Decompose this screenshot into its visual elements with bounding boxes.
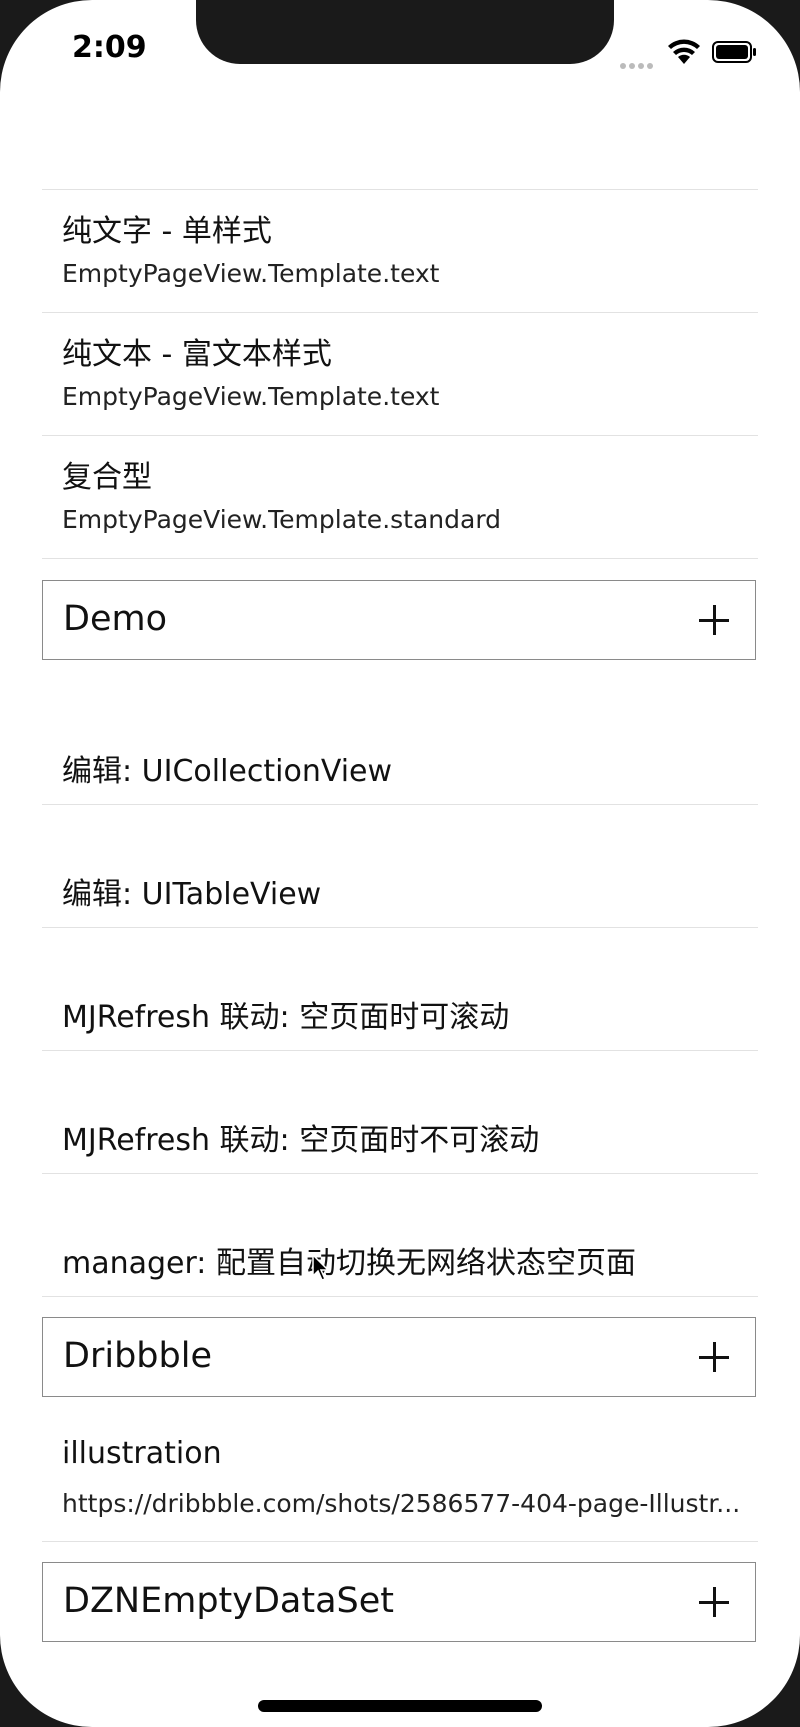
section-header-dzn[interactable]: DZNEmptyDataSet (42, 1562, 756, 1642)
separator (42, 189, 758, 190)
section-title: DZNEmptyDataSet (63, 1581, 395, 1621)
demo-cell[interactable]: manager: 配置自动切换无网络状态空页面 (62, 1238, 636, 1282)
cell-subtitle: EmptyPageView.Template.text (62, 382, 440, 411)
cell-title[interactable]: 纯文本 - 富文本样式 (62, 329, 332, 373)
cursor-icon (312, 1254, 330, 1281)
status-time: 2:09 (72, 30, 147, 65)
battery-icon (712, 41, 756, 63)
plus-icon[interactable] (699, 1587, 729, 1617)
signal-icon (620, 54, 660, 69)
section-header-demo[interactable]: Demo (42, 580, 756, 660)
separator (42, 1541, 758, 1542)
section-title: Dribbble (63, 1336, 212, 1376)
cell-subtitle: EmptyPageView.Template.text (62, 259, 440, 288)
demo-cell[interactable]: 编辑: UITableView (62, 869, 321, 913)
separator (42, 1296, 758, 1297)
demo-cell[interactable]: 编辑: UICollectionView (62, 746, 392, 790)
separator (42, 312, 758, 313)
notch (196, 0, 614, 64)
demo-cell[interactable]: MJRefresh 联动: 空页面时可滚动 (62, 992, 509, 1036)
separator (42, 558, 758, 559)
separator (42, 1173, 758, 1174)
cell-subtitle: https://dribbble.com/shots/2586577-404-p… (62, 1489, 741, 1518)
plus-icon[interactable] (699, 1342, 729, 1372)
section-title: Demo (63, 599, 167, 639)
cell-title[interactable]: illustration (62, 1436, 222, 1471)
phone-screen: 2:09 纯文字 - 单样式 EmptyPageView.Template.te… (0, 0, 800, 1727)
separator (42, 435, 758, 436)
cell-title[interactable]: 复合型 (62, 452, 152, 496)
demo-cell[interactable]: MJRefresh 联动: 空页面时不可滚动 (62, 1115, 539, 1159)
cell-title[interactable]: 纯文字 - 单样式 (62, 206, 272, 250)
status-icons (620, 36, 760, 69)
wifi-icon (668, 39, 700, 64)
separator (42, 804, 758, 805)
home-indicator[interactable] (258, 1700, 542, 1712)
cell-subtitle: EmptyPageView.Template.standard (62, 505, 502, 534)
section-header-dribbble[interactable]: Dribbble (42, 1317, 756, 1397)
separator (42, 1050, 758, 1051)
separator (42, 927, 758, 928)
plus-icon[interactable] (699, 605, 729, 635)
